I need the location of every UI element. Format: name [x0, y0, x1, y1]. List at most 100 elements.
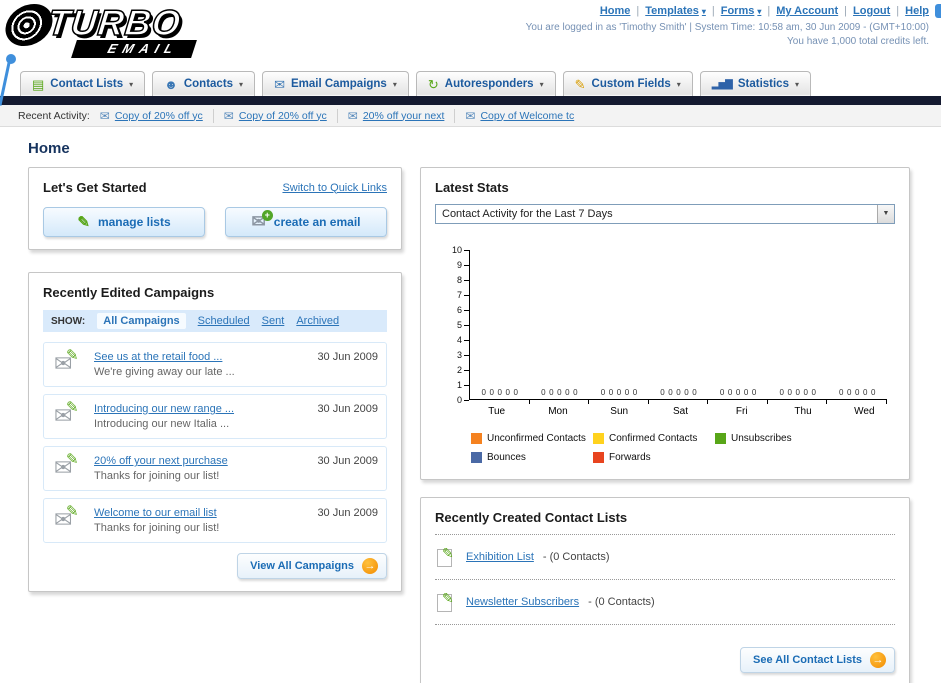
separator: | [896, 5, 900, 17]
envelope-icon: ✉ [99, 108, 110, 123]
envelope-plus-icon: ✉ + [252, 210, 273, 230]
see-all-contact-lists-button[interactable]: See All Contact Lists → [739, 647, 895, 673]
tab-contact-lists[interactable]: ▤ Contact Lists ▾ [20, 71, 146, 96]
view-all-row: View All Campaigns → [43, 553, 387, 579]
email-campaigns-icon: ✉ [274, 76, 285, 92]
bar-value-label: 0 [855, 388, 860, 397]
filter-sent[interactable]: Sent [262, 315, 285, 327]
tab-label: Contacts [183, 78, 234, 90]
chart-y-tick: 2 [457, 365, 469, 375]
top-link-home[interactable]: Home [600, 5, 631, 17]
view-all-campaigns-button[interactable]: View All Campaigns → [237, 553, 387, 579]
contact-list-link[interactable]: Exhibition List [466, 551, 534, 563]
bar-value-label: 0 [735, 388, 741, 397]
legend-swatch [593, 452, 604, 463]
switch-quick-links-link[interactable]: Switch to Quick Links [282, 182, 387, 194]
tab-label: Email Campaigns [290, 78, 387, 90]
filter-archived[interactable]: Archived [296, 315, 339, 327]
credits-info: You have 1,000 total credits left. [787, 36, 929, 47]
top-link-logout[interactable]: Logout [853, 5, 890, 17]
select-caret-icon: ▼ [877, 205, 894, 223]
campaign-title-link[interactable]: Welcome to our email list [94, 507, 219, 519]
bar-value-label: 0 [632, 388, 638, 397]
tab-custom-fields[interactable]: ✎ Custom Fields ▾ [562, 71, 693, 96]
bar-value-label: 0 [743, 388, 749, 397]
pencil-icon: ✎ [442, 590, 454, 606]
envelope-pencil-icon: ✉ ✎ [52, 347, 84, 377]
separator: | [636, 5, 640, 17]
top-link-templates[interactable]: Templates ▾ [645, 5, 706, 17]
envelope-icon: ✉ [465, 108, 476, 123]
filter-scheduled[interactable]: Scheduled [198, 315, 250, 327]
legend-swatch [471, 452, 482, 463]
envelope-pencil-icon: ✉ ✎ [52, 503, 84, 533]
pencil-icon: ✎ [66, 347, 79, 364]
legend-swatch [715, 433, 726, 444]
chart-x-label: Tue [488, 406, 506, 417]
stats-period-select[interactable]: Contact Activity for the Last 7 Days ▼ [435, 204, 895, 224]
filter-all-campaigns[interactable]: All Campaigns [97, 313, 186, 329]
tab-autoresponders[interactable]: ↻ Autoresponders ▾ [415, 71, 556, 96]
logo-title: TURBO [45, 1, 184, 44]
campaign-title-link[interactable]: Introducing our new range ... [94, 403, 234, 415]
custom-fields-icon: ✎ [574, 76, 586, 92]
contact-list-link[interactable]: Newsletter Subscribers [466, 596, 579, 608]
chevron-down-icon: ▾ [239, 79, 244, 89]
create-email-button[interactable]: ✉ + create an email [225, 207, 387, 237]
bar-value-label: 0 [608, 388, 614, 397]
chevron-down-icon: ▾ [701, 6, 706, 16]
manage-lists-label: manage lists [97, 215, 171, 229]
tab-statistics[interactable]: ▂▅▇ Statistics ▾ [699, 71, 811, 96]
view-all-campaigns-label: View All Campaigns [250, 560, 354, 572]
tab-email-campaigns[interactable]: ✉ Email Campaigns ▾ [262, 71, 409, 96]
bar-value-label: 0 [489, 388, 494, 397]
chevron-down-icon: ▾ [676, 79, 681, 89]
legend-label: Unsubscribes [731, 433, 792, 444]
manage-lists-button[interactable]: ✎ manage lists [43, 207, 205, 237]
chevron-down-icon: ▾ [539, 79, 544, 89]
chevron-down-icon: ▾ [794, 79, 799, 89]
envelope-icon: ✉ [347, 108, 358, 123]
chart-bar-group: 00000 [768, 250, 828, 404]
tab-contacts[interactable]: ☻ Contacts ▾ [152, 71, 256, 96]
legend-label: Unconfirmed Contacts [487, 433, 586, 444]
chart-y-tick: 3 [457, 350, 469, 360]
bar-value-label: 0 [795, 388, 800, 397]
chevron-down-icon: ▾ [757, 6, 762, 16]
campaign-title-link[interactable]: 20% off your next purchase [94, 455, 228, 467]
stats-period-value: Contact Activity for the Last 7 Days [442, 208, 613, 220]
header-right: Home | Templates ▾ | Forms ▾ | My Account … [526, 5, 929, 47]
recent-activity-link[interactable]: Copy of 20% off yc [239, 110, 327, 122]
campaign-text: Welcome to our email list Thanks for joi… [94, 507, 219, 534]
separator: | [844, 5, 848, 17]
chart-y-tick: 9 [457, 260, 469, 270]
top-link-forms[interactable]: Forms ▾ [721, 5, 762, 17]
get-started-title: Let's Get Started [43, 180, 147, 195]
recent-activity-item: ✉ Copy of Welcome tc [454, 108, 574, 123]
campaign-title-link[interactable]: See us at the retail food ... [94, 351, 235, 363]
chart-y-tick: 7 [457, 290, 469, 300]
nav-divider-bar [0, 96, 941, 105]
dotted-divider [435, 624, 895, 625]
top-link-my-account[interactable]: My Account [776, 5, 838, 17]
bar-value-label: 0 [839, 388, 844, 397]
top-link-help[interactable]: Help [905, 5, 929, 17]
chart-plot: 00000000000000000000000000000000000 [469, 250, 887, 404]
recent-activity-link[interactable]: Copy of Welcome tc [480, 110, 574, 122]
legend-label: Bounces [487, 452, 526, 463]
bar-value-label: 0 [719, 388, 725, 397]
bar-value-label: 0 [557, 388, 562, 397]
chart-x-label: Fri [735, 406, 748, 417]
campaign-text: Introducing our new range ... Introducin… [94, 403, 234, 430]
bar-value-label: 0 [481, 388, 486, 397]
plus-icon: + [261, 210, 273, 221]
chart-x-label: Thu [794, 406, 812, 417]
bar-value-label: 0 [624, 388, 630, 397]
envelope-pencil-icon: ✉ ✎ [52, 451, 84, 481]
legend-swatch [471, 433, 482, 444]
main-columns: Let's Get Started Switch to Quick Links … [0, 167, 941, 683]
bar-value-label: 0 [863, 388, 868, 397]
recent-activity-link[interactable]: 20% off your next [363, 110, 445, 122]
recent-activity-link[interactable]: Copy of 20% off yc [115, 110, 203, 122]
contact-lists-icon: ▤ [32, 76, 45, 92]
